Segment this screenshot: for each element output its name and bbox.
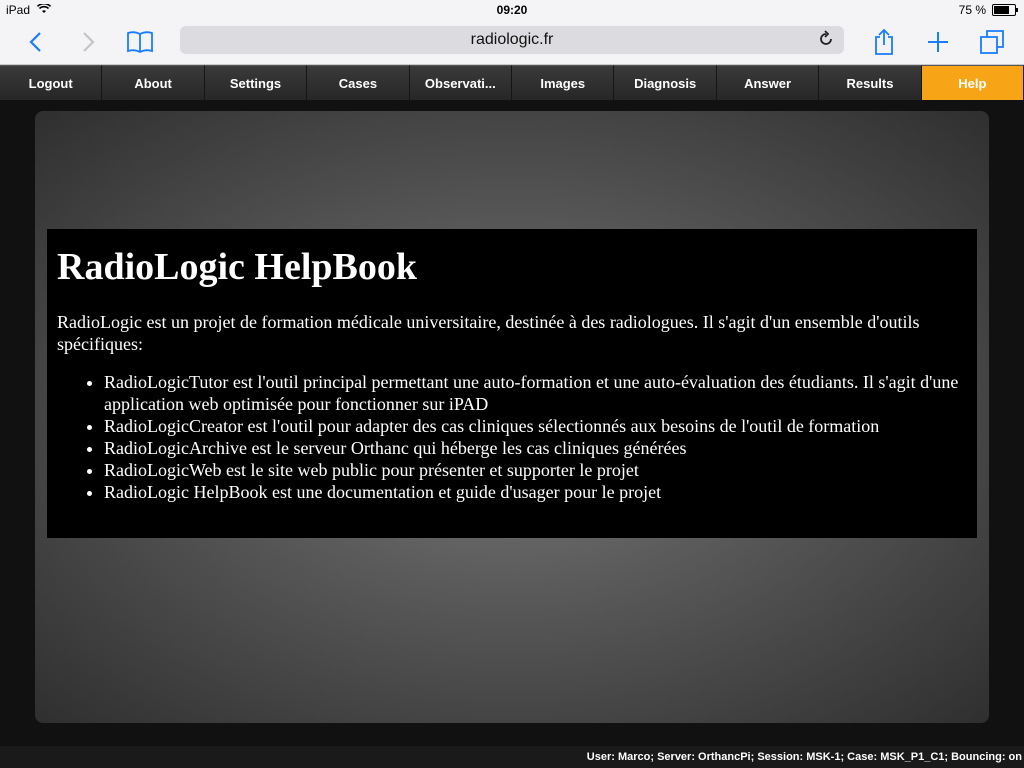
help-intro: RadioLogic est un projet de formation mé…: [57, 312, 920, 354]
nav-help[interactable]: Help: [921, 65, 1024, 101]
url-text: radiologic.fr: [470, 31, 554, 48]
url-bar[interactable]: radiologic.fr: [180, 26, 844, 54]
nav-logout[interactable]: Logout: [0, 65, 103, 101]
nav-images[interactable]: Images: [512, 65, 615, 101]
nav-observations[interactable]: Observati...: [409, 65, 513, 101]
help-content: RadioLogic HelpBook RadioLogic est un pr…: [47, 229, 977, 538]
app-nav: Logout About Settings Cases Observati...…: [0, 65, 1024, 101]
list-item: RadioLogicCreator est l'outil pour adapt…: [104, 415, 967, 437]
bookmarks-icon[interactable]: [124, 20, 156, 64]
help-tool-list: RadioLogicTutor est l'outil principal pe…: [57, 371, 967, 503]
browser-toolbar: radiologic.fr: [0, 20, 1024, 65]
reload-icon[interactable]: [818, 30, 834, 53]
battery-percent: 75 %: [958, 3, 986, 17]
session-status: User: Marco; Server: OrthancPi; Session:…: [0, 746, 1024, 768]
battery-icon: [992, 4, 1018, 16]
battery-group: 75 %: [958, 3, 1018, 17]
list-item: RadioLogic HelpBook est une documentatio…: [104, 481, 967, 503]
nav-answer[interactable]: Answer: [716, 65, 820, 101]
clock: 09:20: [496, 3, 528, 17]
list-item: RadioLogicArchive est le serveur Orthanc…: [104, 437, 967, 459]
nav-results[interactable]: Results: [819, 65, 922, 101]
list-item: RadioLogicTutor est l'outil principal pe…: [104, 371, 967, 415]
ios-status-bar: iPad 09:20 75 %: [0, 0, 1024, 20]
nav-diagnosis[interactable]: Diagnosis: [614, 65, 717, 101]
forward-icon[interactable]: [76, 20, 102, 64]
nav-settings[interactable]: Settings: [204, 65, 308, 101]
nav-cases[interactable]: Cases: [307, 65, 410, 101]
list-item: RadioLogicWeb est le site web public pou…: [104, 459, 967, 481]
back-icon[interactable]: [22, 20, 48, 64]
tabs-icon[interactable]: [978, 20, 1006, 64]
help-title: RadioLogic HelpBook: [57, 246, 417, 288]
nav-about[interactable]: About: [102, 65, 205, 101]
share-icon[interactable]: [870, 20, 898, 64]
new-tab-icon[interactable]: [924, 20, 952, 64]
